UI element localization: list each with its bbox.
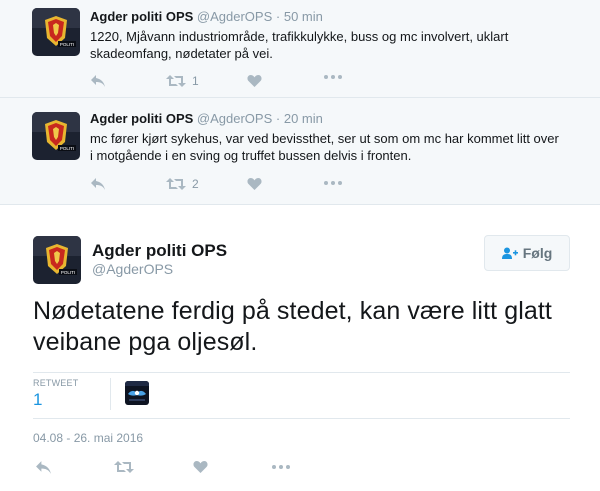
heart-icon	[193, 461, 208, 473]
main-author-name[interactable]: Agder politi OPS	[92, 241, 227, 261]
follow-label: Følg	[522, 245, 553, 261]
author-name[interactable]: Agder politi OPS	[90, 111, 193, 126]
reply-icon	[91, 75, 105, 87]
police-badge-avatar-icon: POLITI	[32, 8, 80, 56]
police-badge-avatar-icon: POLITI	[32, 112, 80, 160]
main-avatar[interactable]: POLITI	[33, 236, 81, 284]
divider	[33, 418, 570, 419]
heart-icon	[247, 178, 262, 190]
author-handle[interactable]: @AgderOPS	[197, 9, 272, 24]
svg-text:POLITI: POLITI	[60, 146, 74, 151]
follow-button[interactable]: Følg	[484, 235, 570, 271]
retweet-icon	[114, 461, 134, 473]
more-button[interactable]	[323, 180, 343, 186]
retweet-button[interactable]	[114, 460, 134, 474]
follow-user-icon	[501, 247, 518, 259]
reply-button[interactable]	[90, 177, 106, 191]
retweet-button[interactable]: 1	[166, 74, 199, 88]
like-button[interactable]	[193, 460, 208, 474]
reply-icon	[36, 461, 51, 474]
retweet-stat-label: RETWEET	[33, 378, 79, 388]
separator: ·	[275, 9, 281, 24]
like-button[interactable]	[247, 74, 262, 88]
retweet-stat-count[interactable]: 1	[33, 391, 42, 409]
retweet-icon	[166, 178, 186, 190]
tweet-time[interactable]: 50 min	[284, 9, 323, 24]
avatar[interactable]: POLITI	[32, 112, 80, 160]
reply-button[interactable]	[35, 460, 52, 475]
more-button[interactable]	[271, 464, 291, 470]
heart-icon	[247, 75, 262, 87]
retweet-icon	[166, 75, 186, 87]
retweet-count: 2	[192, 177, 199, 191]
tweet-timestamp[interactable]: 04.08 - 26. mai 2016	[33, 431, 143, 445]
svg-text:POLITI: POLITI	[61, 270, 75, 275]
more-dots-icon	[272, 465, 290, 469]
author-handle[interactable]: @AgderOPS	[197, 111, 272, 126]
svg-text:POLITI: POLITI	[60, 42, 74, 47]
retweeter-avatar-icon	[125, 381, 149, 405]
main-tweet-text: Nødetatene ferdig på stedet, kan være li…	[33, 297, 552, 356]
reply-icon	[91, 178, 105, 190]
author-name[interactable]: Agder politi OPS	[90, 9, 193, 24]
avatar[interactable]: POLITI	[32, 8, 80, 56]
separator: ·	[275, 111, 281, 126]
reply-button[interactable]	[90, 74, 106, 88]
tweet-text: mc fører kjørt sykehus, var ved bevissth…	[90, 131, 559, 163]
main-author-handle[interactable]: @AgderOPS	[92, 261, 173, 278]
more-button[interactable]	[323, 74, 343, 80]
more-dots-icon	[324, 181, 342, 185]
police-badge-avatar-icon: POLITI	[33, 236, 81, 284]
retweeter-avatar[interactable]	[125, 381, 149, 405]
more-dots-icon	[324, 75, 342, 79]
like-button[interactable]	[247, 177, 262, 191]
divider	[33, 372, 570, 373]
divider	[110, 378, 111, 410]
retweet-button[interactable]: 2	[166, 177, 199, 191]
tweet-time[interactable]: 20 min	[284, 111, 323, 126]
retweet-count: 1	[192, 74, 199, 88]
tweet-text: 1220, Mjåvann industriområde, trafikkuly…	[90, 29, 509, 61]
